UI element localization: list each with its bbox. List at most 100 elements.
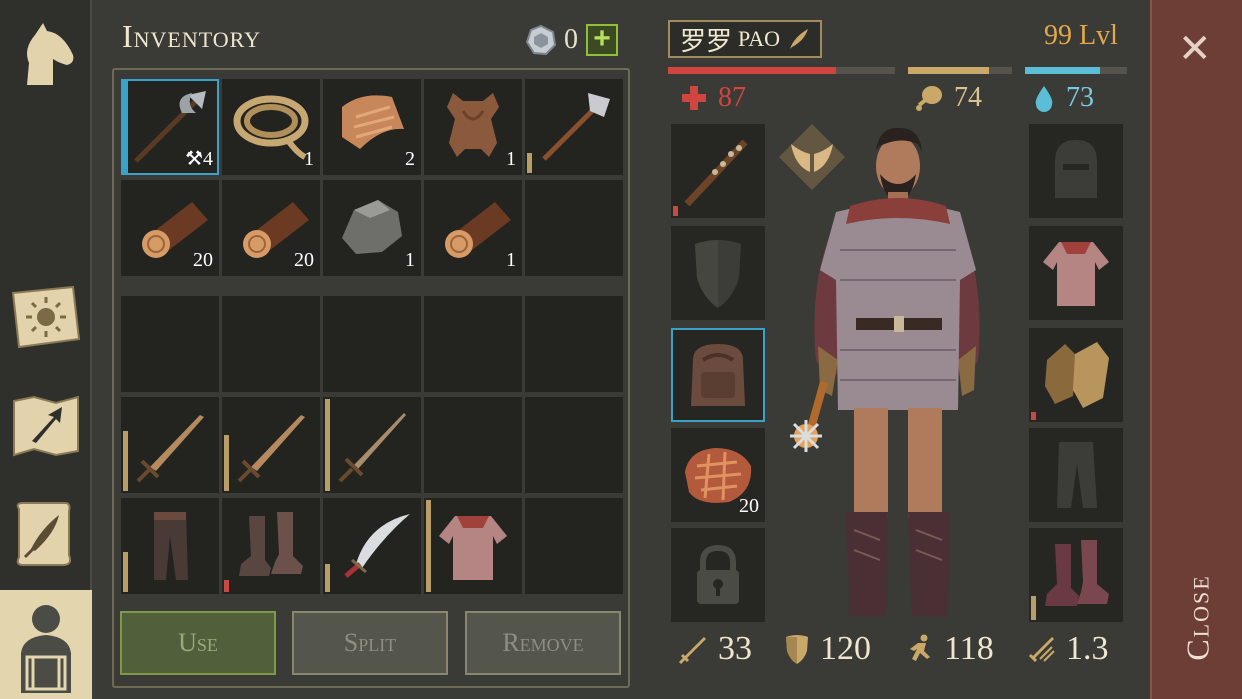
- inventory-slot-log[interactable]: 1: [424, 180, 522, 276]
- inventory-slot-empty[interactable]: [424, 296, 522, 392]
- sidebar: [0, 0, 92, 699]
- inventory-slot-empty[interactable]: [525, 498, 623, 594]
- water-drop-icon: [1035, 86, 1053, 112]
- thirst-stat: 73: [1032, 82, 1094, 114]
- inventory-slot-chainmail[interactable]: [424, 498, 522, 594]
- shield-icon: [695, 240, 741, 308]
- slot-quantity: 1: [304, 148, 314, 170]
- inventory-slot-log[interactable]: 20: [222, 180, 320, 276]
- slot-quantity: 20: [193, 249, 213, 271]
- durability-bar: [426, 500, 431, 592]
- inventory-slot-empty[interactable]: [121, 296, 219, 392]
- add-coins-button[interactable]: +: [586, 24, 618, 56]
- attack-speed-stat: 1.3: [1026, 630, 1109, 668]
- coin-counter: 0 +: [526, 24, 618, 56]
- inventory-slot-log[interactable]: 20: [121, 180, 219, 276]
- quests-tab[interactable]: [8, 496, 84, 572]
- inventory-slot-scimitar[interactable]: [323, 498, 421, 594]
- sun-book-icon: [11, 285, 81, 349]
- slot-quantity: 20: [294, 249, 314, 271]
- close-button[interactable]: Close: [1180, 562, 1216, 672]
- weapon-slot[interactable]: [671, 124, 765, 218]
- remove-button[interactable]: Remove: [465, 611, 621, 675]
- inventory-slot-stone[interactable]: 1: [323, 180, 421, 276]
- use-button[interactable]: Use: [120, 611, 276, 675]
- padlock-icon: [697, 544, 739, 604]
- shield-defense-icon: [786, 635, 808, 664]
- inventory-slot-leather[interactable]: 1: [424, 79, 522, 175]
- inventory-slot-hammer[interactable]: [525, 79, 623, 175]
- character-name-cn: 罗罗: [680, 26, 733, 56]
- health-cross-icon: [682, 86, 706, 110]
- slot-quantity: 1: [506, 148, 516, 170]
- scroll-quill-icon: [16, 502, 72, 566]
- helmet-icon: [1055, 140, 1097, 198]
- skills-tab[interactable]: [8, 280, 84, 356]
- horse-head-icon: [27, 23, 74, 85]
- durability-bar: [123, 81, 128, 173]
- slot-quantity: 1: [506, 249, 516, 271]
- chainmail-shirt-icon: [439, 516, 507, 580]
- gloves-slot[interactable]: [1029, 328, 1123, 422]
- health-stat: 87: [680, 82, 746, 114]
- shield-slot[interactable]: [671, 226, 765, 320]
- inventory-title: Inventory: [122, 18, 262, 54]
- chainmail-shirt-icon: [1043, 242, 1109, 306]
- legs-slot[interactable]: [1029, 428, 1123, 522]
- inventory-slot-sword[interactable]: [121, 397, 219, 493]
- inventory-slot-empty[interactable]: [424, 397, 522, 493]
- inventory-slot-empty[interactable]: [525, 397, 623, 493]
- food-slot[interactable]: 20: [671, 428, 765, 522]
- inventory-slot-empty[interactable]: [525, 180, 623, 276]
- inventory-slot-empty[interactable]: [222, 296, 320, 392]
- inventory-slot-sword[interactable]: [222, 397, 320, 493]
- inventory-slot-pants[interactable]: [121, 498, 219, 594]
- inventory-slot-halberd[interactable]: ⚒4: [121, 79, 219, 175]
- hammer-icon: [542, 93, 610, 161]
- split-button[interactable]: Split: [292, 611, 448, 675]
- durability-bar: [224, 435, 229, 491]
- sword-icon: [237, 415, 305, 483]
- stone-icon: [342, 200, 402, 254]
- backpack-slot[interactable]: [671, 328, 765, 422]
- chest-slot[interactable]: [1029, 226, 1123, 320]
- inventory-tab[interactable]: [0, 590, 92, 699]
- character-backpack-icon: [21, 605, 71, 693]
- meat-leg-icon: [916, 86, 942, 111]
- durability-bar: [123, 431, 128, 491]
- durability-bar: [1031, 412, 1036, 420]
- horse-tab[interactable]: [8, 16, 84, 92]
- close-icon[interactable]: ✕: [1178, 26, 1212, 72]
- map-arrow-icon: [13, 395, 79, 457]
- boots-slot[interactable]: [1029, 528, 1123, 622]
- gloves-icon: [1045, 342, 1109, 408]
- inventory-slot-empty[interactable]: [525, 296, 623, 392]
- locked-slot[interactable]: [671, 528, 765, 622]
- hunger-bar: [908, 67, 1012, 74]
- character-name-latin: PAO: [738, 26, 781, 51]
- character-model: [780, 120, 1010, 630]
- character-name[interactable]: 罗罗 PAO: [668, 20, 823, 58]
- inventory-slot-cloth[interactable]: 2: [323, 79, 421, 175]
- slot-quantity: 20: [739, 495, 759, 517]
- leather-pants-icon: [154, 512, 188, 580]
- leather-hide-icon: [447, 93, 499, 157]
- durability-bar: [123, 552, 128, 592]
- map-tab[interactable]: [8, 388, 84, 464]
- sword-icon: [136, 415, 204, 483]
- health-bar: [668, 67, 895, 74]
- cloth-icon: [342, 95, 404, 149]
- boots-icon: [239, 512, 303, 576]
- slot-quantity: 2: [405, 148, 415, 170]
- speed-stat: 118: [904, 630, 994, 668]
- slot-quantity: 1: [405, 249, 415, 271]
- sword-icon: [338, 413, 406, 483]
- helmet-slot[interactable]: [1029, 124, 1123, 218]
- scimitar-icon: [344, 514, 410, 578]
- inventory-slot-boots[interactable]: [222, 498, 320, 594]
- inventory-slot-rope[interactable]: 1: [222, 79, 320, 175]
- inventory-slot-empty[interactable]: [323, 296, 421, 392]
- inventory-slot-sword[interactable]: [323, 397, 421, 493]
- slot-quantity: ⚒4: [185, 148, 213, 170]
- character-level: 99 Lvl: [1044, 20, 1118, 51]
